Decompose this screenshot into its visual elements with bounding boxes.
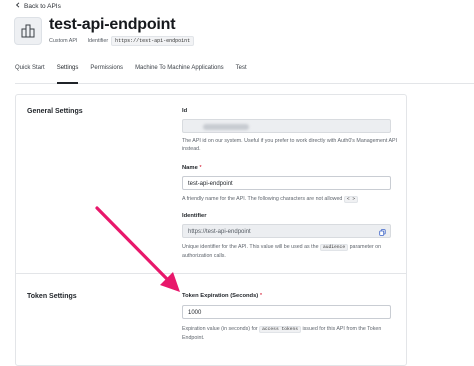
- section-divider: [16, 273, 406, 274]
- api-type: Custom API: [49, 38, 78, 44]
- tab-quick-start[interactable]: Quick Start: [15, 58, 45, 83]
- name-label-text: Name: [182, 165, 198, 171]
- identifier-meta: Identifier https://test-api-endpoint: [87, 36, 195, 46]
- name-input[interactable]: test-api-endpoint: [182, 176, 391, 190]
- identifier-chip: https://test-api-endpoint: [111, 36, 195, 46]
- identifier-label: Identifier: [87, 38, 109, 44]
- token-expiration-help: Expiration value (in seconds) for access…: [182, 325, 402, 342]
- api-meta: Custom API Identifier https://test-api-e…: [49, 36, 195, 46]
- name-label: Name *: [182, 165, 202, 171]
- redacted-id-value: [203, 124, 249, 130]
- tab-machine-to-machine-applications[interactable]: Machine To Machine Applications: [135, 58, 224, 83]
- token-help-before: Expiration value (in seconds) for: [182, 326, 258, 332]
- general-settings-title: General Settings: [27, 108, 83, 115]
- back-to-apis-link[interactable]: Back to APIs: [15, 2, 61, 10]
- tab-test[interactable]: Test: [236, 58, 247, 83]
- name-help: A friendly name for the API. The followi…: [182, 195, 402, 204]
- token-expiration-input[interactable]: 1000: [182, 305, 391, 319]
- identifier-help: Unique identifier for the API. This valu…: [182, 243, 402, 260]
- required-mark: *: [259, 293, 263, 299]
- access-tokens-chip: access tokens: [259, 326, 301, 333]
- id-label: Id: [182, 108, 188, 114]
- id-help: The API id on our system. Useful if you …: [182, 138, 398, 152]
- token-expiration-label: Token Expiration (Seconds) *: [182, 293, 262, 299]
- tab-settings[interactable]: Settings: [56, 58, 78, 84]
- back-link-label: Back to APIs: [24, 2, 61, 10]
- id-field[interactable]: [182, 119, 391, 133]
- identifier-input[interactable]: https://test-api-endpoint: [182, 224, 391, 238]
- token-expiration-label-text: Token Expiration (Seconds): [182, 293, 259, 299]
- identifier-input-value: https://test-api-endpoint: [188, 229, 251, 235]
- copy-icon[interactable]: [379, 228, 386, 242]
- tab-bar: Quick Start Settings Permissions Machine…: [15, 58, 474, 84]
- required-mark: *: [199, 165, 202, 171]
- audience-chip: audience: [320, 244, 349, 251]
- disallowed-chars-chip: < >: [343, 196, 359, 203]
- token-settings-title: Token Settings: [27, 293, 77, 300]
- page-title: test-api-endpoint: [49, 16, 176, 33]
- identifier-help-before: Unique identifier for the API. This valu…: [182, 244, 319, 250]
- identifier-field-label: Identifier: [182, 213, 207, 219]
- tab-permissions[interactable]: Permissions: [90, 58, 123, 83]
- building-blocks-icon: [14, 17, 42, 45]
- settings-card: General Settings Id The API id on our sy…: [15, 94, 407, 366]
- name-help-text: A friendly name for the API. The followi…: [182, 196, 343, 202]
- chevron-left-icon: [15, 2, 21, 10]
